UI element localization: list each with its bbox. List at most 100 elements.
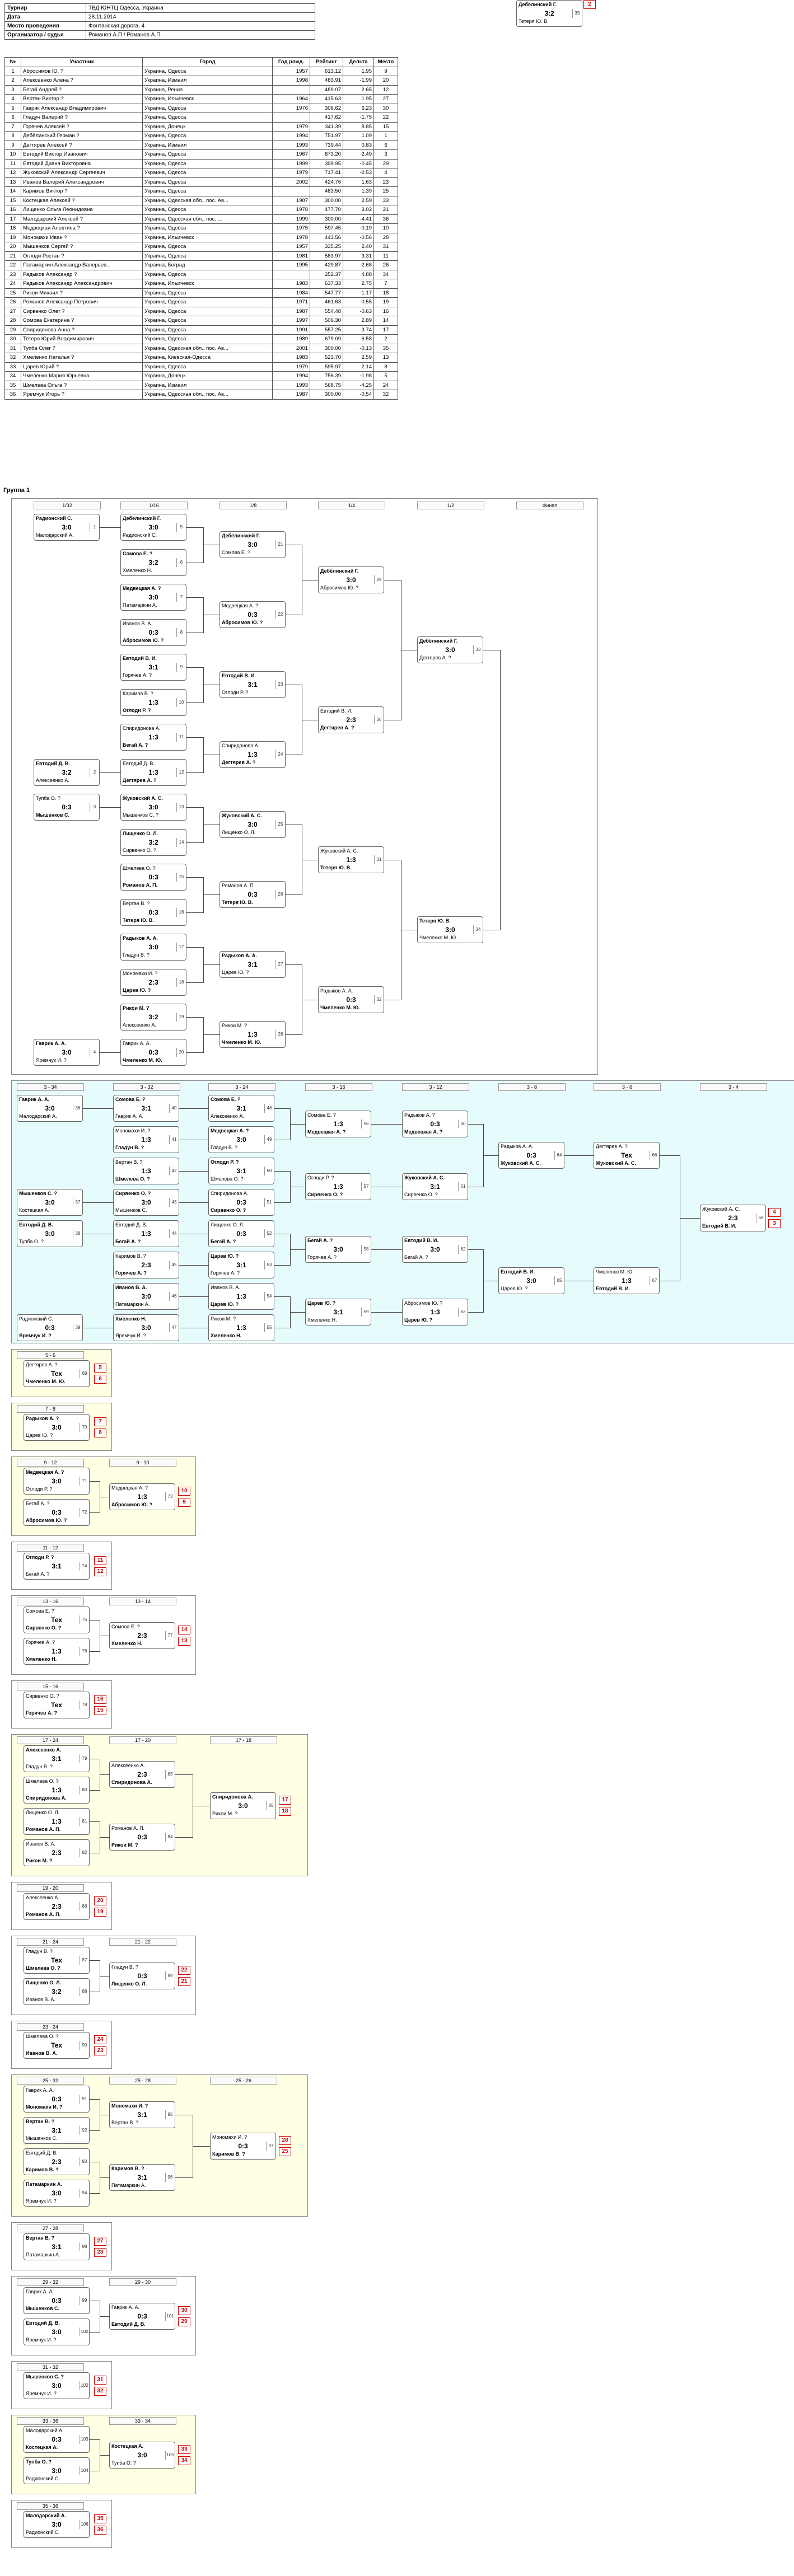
match-player: Абросимов Ю. ?: [222, 620, 263, 626]
players-cell: 2.65: [343, 85, 374, 95]
players-cell: Романов Александр Петрович: [21, 297, 143, 307]
table-row: 26 Романов Александр Петрович Украина, Оде…: [4, 297, 398, 307]
players-cell: 1991: [272, 325, 310, 335]
match-number: 16: [176, 907, 186, 917]
match-player: Романов А. П.: [26, 1912, 61, 1917]
players-cell: Гладун Валерий ?: [21, 113, 143, 123]
match-player: Патамаркин А.: [111, 2182, 146, 2188]
match-box: Евтодий В. И. 3:0 Царев Ю. ? 65: [498, 1267, 564, 1294]
info-value: ТВД ЮНТЦ Одесса, Украина: [86, 3, 315, 13]
connector-line: [274, 1296, 291, 1297]
players-cell: Украина, Киевская-Одесса: [142, 353, 273, 363]
match-box: Алексеенко А. 3:1 Гладун В. ? 79: [24, 1745, 90, 1772]
match-number: 13: [176, 803, 186, 812]
match-number: 8: [176, 627, 186, 637]
match-number: 89: [165, 1971, 175, 1980]
players-cell: 506.30: [310, 316, 343, 326]
match-number: 67: [650, 1276, 659, 1285]
match-player: Медвецкая А. ?: [26, 1469, 64, 1475]
match-player: Гаврик А. А.: [115, 1113, 144, 1119]
match-player: Яремчук И. ?: [115, 1333, 146, 1338]
players-cell: 5: [4, 103, 21, 113]
players-cell: 26: [4, 297, 21, 307]
match-player: Яремчук И. ?: [19, 1333, 52, 1338]
connector-line: [289, 1249, 306, 1250]
match-player: Оглоди Р. ?: [26, 1486, 53, 1492]
players-cell: 35: [4, 380, 21, 390]
match-player: Медвецкая А. ?: [123, 586, 161, 591]
connector-line: [179, 1108, 209, 1109]
players-cell: Украина, Донецк: [142, 371, 273, 381]
match-player: Горячев А. ?: [115, 1270, 147, 1276]
match-player: Алексеенко А.: [211, 1113, 244, 1119]
place-badge: 10: [178, 1487, 190, 1496]
match-player: Евтодий В. И.: [596, 1286, 630, 1291]
match-player: Алексеенко А.: [36, 777, 69, 783]
match-number: 47: [169, 1323, 179, 1332]
match-player: Каримов В. ?: [115, 1253, 146, 1259]
players-cell: 4.88: [343, 269, 374, 279]
match-number: 93: [80, 2157, 89, 2166]
players-cell: -0.45: [343, 158, 374, 168]
place-badge: 4: [768, 1208, 781, 1217]
match-number: 48: [264, 1104, 274, 1113]
match-box: Бегай А. ? 0:3 Абросимов Ю. ? 72: [24, 1499, 90, 1526]
match-player: Дегтярев А. ?: [596, 1144, 628, 1149]
match-player: Яремчук И. ?: [26, 2337, 57, 2343]
players-cell: Украина, Рениэ: [142, 85, 273, 95]
round-header: 33 - 34: [109, 2417, 176, 2425]
match-box: Абросимов Ю. ? 1:3 Царев Ю. ? 63: [402, 1299, 468, 1326]
match-number: 7: [176, 593, 186, 602]
match-box: Костецкая А. 3:0 Тупба О. ? 105: [109, 2442, 175, 2469]
players-cell: Украина, Одесса: [142, 177, 273, 187]
round-header: 1/16: [120, 502, 188, 509]
players-cell: 2002: [272, 177, 310, 187]
table-row: 16 Лищенко Ольга Леонидовна Украина, Одесс…: [4, 205, 398, 215]
info-row: Место проведения Фонтанская дорога, 4: [4, 21, 315, 31]
connector-line: [175, 1837, 193, 1838]
players-cell: 14: [4, 186, 21, 196]
players-cell: 30: [373, 103, 398, 113]
match-player: Спиридонова А.: [222, 743, 260, 749]
match-number: 91: [80, 2095, 89, 2104]
players-header: Участник: [21, 57, 143, 67]
round-header: 19 - 20: [17, 1884, 84, 1892]
match-box: Каримов В. ? 3:1 Патамаркин А. 96: [109, 2164, 175, 2191]
match-box: Рикои М. ? 1:3 Хмеленко Н. 55: [208, 1314, 274, 1341]
match-player: Тетеря Ю. В.: [222, 900, 253, 906]
players-cell: 7: [373, 279, 398, 289]
info-row: Организатор / судья Романов А.П / Романов…: [4, 30, 315, 40]
match-player: Мышенков С.: [115, 1207, 147, 1213]
place-badge: 22: [178, 1966, 190, 1975]
match-box: Радыков А. А. 0:3 Чмеленко М. Ю. 32: [318, 986, 384, 1013]
players-cell: Костецкая Алексей ?: [21, 195, 143, 205]
players-cell: 36: [373, 214, 398, 224]
players-cell: 483.91: [310, 76, 343, 86]
players-cell: 22: [373, 113, 398, 123]
place-badge: 23: [94, 2046, 106, 2055]
players-cell: 16: [373, 306, 398, 316]
match-player: Лищенко О. Л.: [26, 1810, 60, 1815]
players-cell: -1.99: [343, 76, 374, 86]
match-number: 11: [176, 733, 186, 742]
match-player: Хмеленко Н.: [211, 1333, 242, 1338]
connector-line: [179, 1265, 209, 1266]
players-cell: Рикои Михаил ?: [21, 288, 143, 298]
players-cell: 637.33: [310, 279, 343, 289]
players-cell: 9: [373, 66, 398, 76]
match-player: Евтодий Д. В.: [115, 1222, 147, 1228]
players-cell: 29: [4, 325, 21, 335]
connector-line: [175, 2177, 193, 2178]
match-box: Иванов В. А. 1:3 Царев Ю. ? 54: [208, 1283, 274, 1310]
match-player: Яремчук И. ?: [26, 2198, 57, 2204]
info-value: Фонтанская дорога, 4: [86, 21, 315, 31]
match-player: Патамаркин А.: [26, 2252, 60, 2257]
match-player: Дебёлинский Г.: [320, 568, 359, 574]
match-player: Сирвенко О. ?: [26, 1625, 62, 1631]
match-box: Медвецкая А. ? 0:3 Абросимов Ю. ? 22: [219, 601, 286, 629]
players-cell: 8.85: [343, 121, 374, 132]
players-cell: 429.87: [310, 260, 343, 270]
players-cell: 21: [373, 205, 398, 215]
place-badge: 20: [94, 1896, 106, 1905]
players-cell: 554.48: [310, 306, 343, 316]
